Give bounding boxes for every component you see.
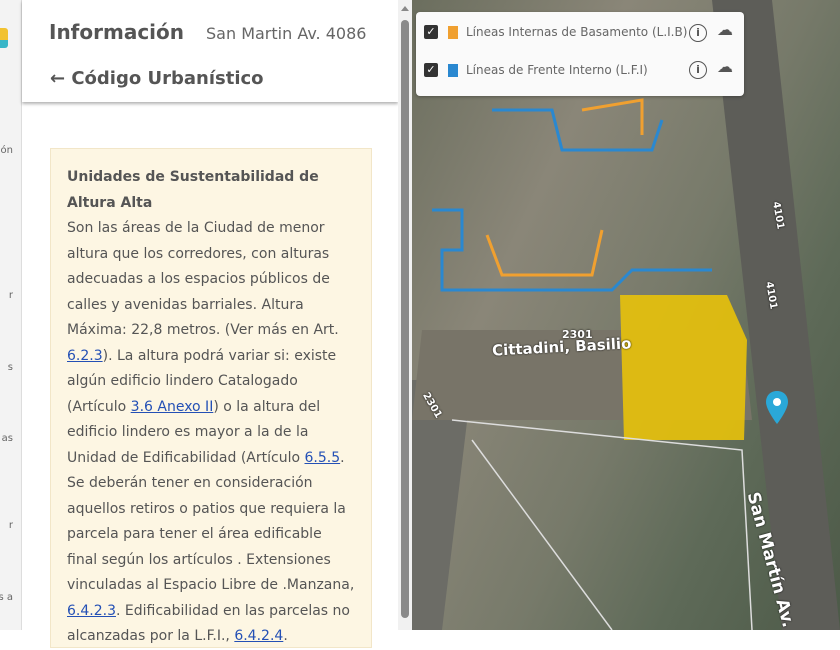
info-icon[interactable]: i [689, 24, 707, 42]
panel-header: Información San Martin Av. 4086 ← Código… [22, 0, 398, 102]
legend-item-lfi[interactable]: ✓ Líneas de Frente Interno (L.F.I) [424, 58, 648, 82]
app-logo [0, 28, 8, 48]
checkbox-checked-icon[interactable]: ✓ [424, 63, 438, 77]
building-extrusion [620, 295, 747, 440]
lfi-line [432, 208, 712, 292]
lib-line [485, 229, 604, 277]
card-text: . Se deberán tener en consideración aque… [67, 449, 355, 594]
nav-item-label[interactable]: ón [1, 145, 13, 156]
nav-item-label[interactable]: r [9, 520, 13, 531]
nav-item-label[interactable]: r [9, 290, 13, 301]
card-text: Son las áreas de la Ciudad de menor altu… [67, 220, 339, 338]
legend-label: Líneas de Frente Interno (L.F.I) [466, 63, 648, 77]
panel-title: Información [49, 20, 185, 44]
location-pin-icon[interactable] [764, 390, 790, 426]
parcel-lines [451, 419, 753, 630]
legend-item-lib[interactable]: ✓ Líneas Internas de Basamento (L.I.B) [424, 20, 687, 44]
card-text: . [283, 628, 288, 644]
map-view[interactable]: 2301 Cittadini, Basilio 2301 San Martín … [412, 0, 840, 630]
scrollbar-thumb[interactable] [401, 20, 409, 618]
back-button[interactable]: ← Código Urbanístico [50, 68, 264, 89]
legend-label: Líneas Internas de Basamento (L.I.B) [466, 25, 688, 39]
left-nav-rail: ón r s as r s a [0, 0, 22, 630]
checkbox-checked-icon[interactable]: ✓ [424, 25, 438, 39]
color-swatch [448, 63, 458, 77]
cloud-download-icon[interactable]: ☁ [716, 22, 734, 40]
lib-line [581, 98, 644, 135]
link-article[interactable]: 3.6 Anexo II [131, 399, 214, 415]
cloud-download-icon[interactable]: ☁ [716, 59, 734, 77]
nav-item-label[interactable]: as [2, 433, 13, 444]
link-article[interactable]: 6.4.2.3 [67, 603, 116, 619]
lfi-line [492, 108, 664, 152]
info-panel: Información San Martin Av. 4086 ← Código… [22, 0, 398, 648]
card-heading: Unidades de Sustentabilidad de Altura Al… [67, 169, 319, 211]
info-icon[interactable]: i [689, 61, 707, 79]
nav-item-label[interactable]: s [8, 362, 13, 373]
parcel-lines [471, 439, 613, 630]
link-article[interactable]: 6.5.5 [305, 450, 341, 466]
address-label: San Martin Av. 4086 [206, 24, 367, 43]
link-article[interactable]: 6.4.2.4 [234, 628, 283, 644]
panel-scrollbar[interactable] [398, 0, 412, 630]
nav-item-label[interactable]: s a [0, 592, 13, 603]
color-swatch [448, 25, 458, 39]
link-article[interactable]: 6.2.3 [67, 348, 103, 364]
zoning-info-card: Unidades de Sustentabilidad de Altura Al… [50, 148, 372, 648]
layer-legend: ✓ Líneas Internas de Basamento (L.I.B) i… [416, 12, 744, 96]
scroll-up-arrow-icon[interactable] [401, 6, 409, 11]
